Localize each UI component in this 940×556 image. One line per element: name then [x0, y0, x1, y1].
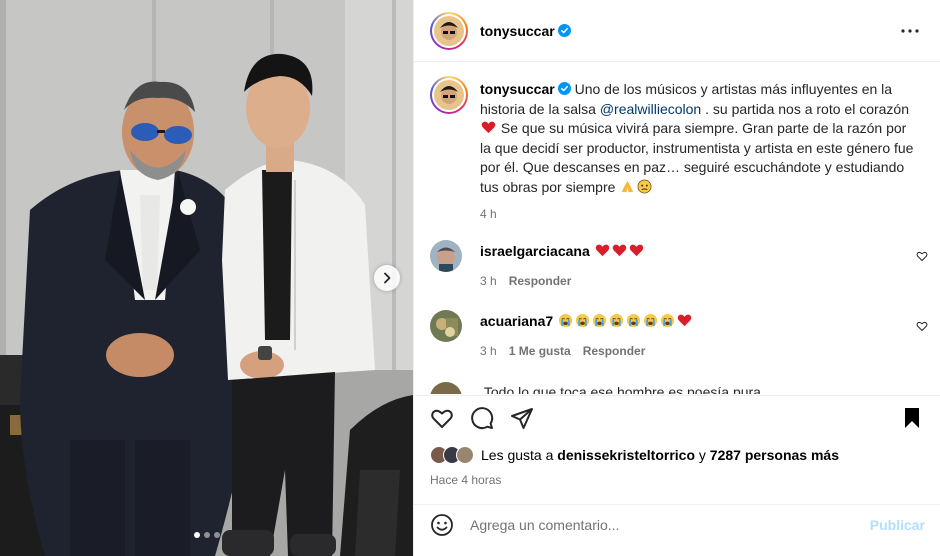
post-header: tonysuccar: [414, 0, 940, 62]
post-comment-button[interactable]: Publicar: [870, 517, 925, 533]
caption-time: 4 h: [480, 207, 497, 221]
loudly-crying-face-emoji-icon: [576, 313, 590, 328]
red-heart-emoji-icon: [595, 244, 609, 257]
red-heart-emoji-icon: [481, 121, 496, 134]
likes-count-link[interactable]: 7287 personas más: [710, 447, 839, 463]
reply-button[interactable]: Responder: [509, 274, 572, 288]
red-heart-emoji-icon: [629, 244, 643, 257]
author-username[interactable]: tonysuccar: [480, 23, 555, 39]
caption-username[interactable]: tonysuccar: [480, 81, 555, 97]
comment-likes-count[interactable]: 1 Me gusta: [509, 344, 571, 358]
caption-author-avatar[interactable]: [430, 76, 468, 114]
emoji-picker-icon[interactable]: [430, 513, 454, 537]
caption-text-part: Se que su música vivirá para siempre. Gr…: [480, 120, 914, 195]
likes-prefix: Les gusta a: [481, 447, 558, 463]
more-options-icon[interactable]: [899, 20, 921, 42]
comment-username[interactable]: israelgarciacana: [480, 243, 590, 259]
commenter-avatar[interactable]: [430, 240, 462, 272]
post-photo[interactable]: [0, 0, 413, 556]
comment-item: acuariana7 3 h 1 Me gusta Responder: [430, 310, 930, 358]
comment-bubble-icon[interactable]: [470, 406, 494, 430]
likes-summary: Les gusta a denissekristeltorrico y 7287…: [430, 446, 839, 464]
bookmark-icon[interactable]: [900, 406, 924, 430]
chevron-right-icon: [384, 272, 391, 284]
red-heart-emoji-icon: [677, 314, 692, 327]
verified-badge-icon: [557, 24, 571, 37]
loudly-crying-face-emoji-icon: [593, 313, 607, 328]
verified-badge-icon: [557, 82, 571, 95]
comment-time: 3 h: [480, 274, 497, 288]
comment-input[interactable]: [470, 516, 840, 533]
comment-like-heart-icon[interactable]: [916, 320, 928, 332]
caption-mention-link[interactable]: @realwilliecolon: [600, 101, 701, 117]
comment-item: israelgarciacana 3 h Responder: [430, 240, 930, 288]
share-paper-plane-icon[interactable]: [510, 406, 534, 430]
carousel-dot: [213, 532, 220, 538]
instagram-post-modal: tonysuccar tonysuccar Uno de los músicos…: [0, 0, 940, 556]
folded-hands-emoji-icon: [622, 180, 634, 192]
loudly-crying-face-emoji-icon: [661, 313, 675, 328]
liker-username[interactable]: denissekristeltorrico: [557, 447, 695, 463]
carousel-dot: [203, 532, 210, 538]
red-heart-emoji-icon: [612, 244, 626, 257]
partial-comment-text: Todo lo que toca ese hombre es poesía pu…: [483, 384, 761, 394]
liker-avatars[interactable]: [430, 446, 474, 464]
photo-scene: [0, 0, 413, 556]
carousel-indicator: [0, 532, 413, 538]
partial-comment: Todo lo que toca ese hombre es poesía pu…: [430, 382, 930, 394]
post-actions-section: Les gusta a denissekristeltorrico y 7287…: [414, 395, 940, 543]
comment-composer: Publicar: [414, 504, 940, 544]
loudly-crying-face-emoji-icon: [559, 313, 573, 328]
carousel-dot: [193, 532, 200, 538]
sad-face-emoji-icon: [637, 179, 652, 193]
likes-middle: y: [695, 447, 710, 463]
comment-username[interactable]: acuariana7: [480, 313, 553, 329]
commenter-avatar[interactable]: [430, 382, 462, 394]
caption-text-part: . su partida nos a roto el corazón: [701, 100, 910, 117]
loudly-crying-face-emoji-icon: [627, 313, 641, 328]
post-timestamp: Hace 4 horas: [430, 473, 502, 487]
comment-time: 3 h: [480, 344, 497, 358]
like-heart-icon[interactable]: [430, 406, 454, 430]
commenter-avatar[interactable]: [430, 310, 462, 342]
loudly-crying-face-emoji-icon: [610, 313, 624, 328]
author-avatar[interactable]: [430, 11, 468, 50]
loudly-crying-face-emoji-icon: [644, 313, 658, 328]
comment-like-heart-icon[interactable]: [916, 250, 928, 262]
carousel-next-button[interactable]: [374, 265, 400, 291]
post-caption: tonysuccar Uno de los músicos y artistas…: [430, 76, 930, 225]
post-details-panel: tonysuccar tonysuccar Uno de los músicos…: [413, 0, 940, 556]
reply-button[interactable]: Responder: [583, 344, 646, 358]
